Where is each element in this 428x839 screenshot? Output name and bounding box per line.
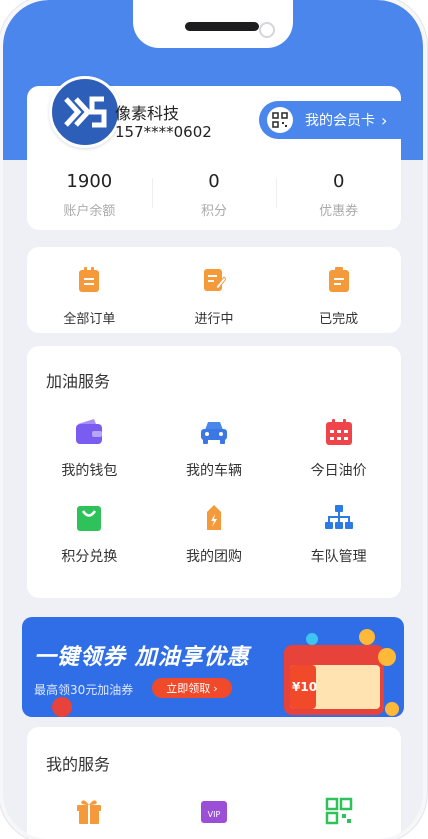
clipboard-icon xyxy=(328,267,349,292)
orders-card: 全部订单 进行中 已完成 xyxy=(27,247,401,333)
stat-coupons[interactable]: 0 优惠券 xyxy=(276,171,401,219)
service-points-exchange[interactable]: 积分兑换 xyxy=(27,504,152,566)
stat-label: 优惠券 xyxy=(319,204,359,219)
vip-icon: VIP xyxy=(201,801,227,823)
banner-subtitle: 最高领30元加油券 xyxy=(34,683,134,697)
qr-code-icon xyxy=(325,797,352,825)
divider xyxy=(152,178,153,208)
order-completed[interactable]: 已完成 xyxy=(276,247,401,333)
stat-points[interactable]: 0 积分 xyxy=(152,171,277,219)
service-oil-price[interactable]: 今日油价 xyxy=(276,418,401,480)
stat-value: 1900 xyxy=(66,171,113,192)
order-all[interactable]: 全部订单 xyxy=(27,247,152,333)
price-tag-icon xyxy=(206,505,221,530)
order-label: 全部订单 xyxy=(63,312,116,327)
shopping-bag-icon xyxy=(77,506,102,531)
logo-icon xyxy=(64,96,107,128)
service-label: 我的团购 xyxy=(185,549,242,565)
stat-value: 0 xyxy=(208,171,220,192)
service-label: 积分兑换 xyxy=(61,549,118,565)
car-icon xyxy=(200,422,227,444)
service-label: 今日油价 xyxy=(310,463,367,479)
stat-label: 积分 xyxy=(201,204,228,219)
service-vip[interactable]: VIP xyxy=(152,797,277,829)
my-service-card: 我的服务 VIP xyxy=(27,727,401,839)
stat-value: 0 xyxy=(332,171,345,192)
stat-balance[interactable]: 1900 账户余额 xyxy=(27,171,152,219)
service-label: 车队管理 xyxy=(310,549,367,565)
section-title: 我的服务 xyxy=(46,755,111,774)
service-label: 我的钱包 xyxy=(61,463,118,479)
section-title: 加油服务 xyxy=(46,372,111,391)
edit-document-icon xyxy=(204,269,226,291)
qr-code-icon xyxy=(267,107,293,133)
avatar[interactable] xyxy=(49,76,121,148)
camera xyxy=(259,22,275,38)
order-label: 进行中 xyxy=(194,312,234,327)
divider xyxy=(276,178,277,208)
member-card-button[interactable]: 我的会员卡 › xyxy=(259,101,407,139)
claim-button[interactable]: 立即领取 › xyxy=(152,678,232,698)
service-wallet[interactable]: 我的钱包 xyxy=(27,418,152,480)
user-phone: 157****0602 xyxy=(115,123,212,141)
service-scan[interactable] xyxy=(276,797,401,829)
service-label: 我的车辆 xyxy=(185,463,242,479)
stat-label: 账户余额 xyxy=(63,204,116,219)
svg-text:VIP: VIP xyxy=(208,810,221,819)
order-in-progress[interactable]: 进行中 xyxy=(152,247,277,333)
speaker xyxy=(185,22,259,31)
order-label: 已完成 xyxy=(319,312,359,327)
service-gift[interactable] xyxy=(27,797,152,829)
phone-frame: 像素科技 157****0602 我的会员卡 › 1900 账户余额 0 积分 … xyxy=(3,0,423,839)
org-chart-icon xyxy=(324,505,353,529)
service-fleet-management[interactable]: 车队管理 xyxy=(276,504,401,566)
claim-button-label: 立即领取 xyxy=(166,682,211,695)
gift-icon xyxy=(77,800,102,824)
fuel-service-card: 加油服务 我的钱包 我的车辆 今日油价 积分兑换 我的团购 车队管理 xyxy=(27,346,401,598)
user-name: 像素科技 xyxy=(115,104,180,123)
coupon-value: ¥10 xyxy=(292,680,318,694)
service-group-buy[interactable]: 我的团购 xyxy=(152,504,277,566)
profile-card: 像素科技 157****0602 我的会员卡 › 1900 账户余额 0 积分 … xyxy=(27,76,407,230)
chevron-right-icon: › xyxy=(381,110,388,130)
banner-title: 一键领券 加油享优惠 xyxy=(34,645,250,670)
member-card-label: 我的会员卡 xyxy=(305,113,375,129)
coupon-banner[interactable]: 一键领券 加油享优惠 最高领30元加油券 立即领取 › ¥10 xyxy=(22,617,404,717)
chevron-right-icon: › xyxy=(213,681,218,695)
order-list-icon xyxy=(79,267,100,292)
calendar-icon xyxy=(325,419,352,445)
service-vehicles[interactable]: 我的车辆 xyxy=(152,418,277,480)
wallet-icon xyxy=(76,419,103,444)
